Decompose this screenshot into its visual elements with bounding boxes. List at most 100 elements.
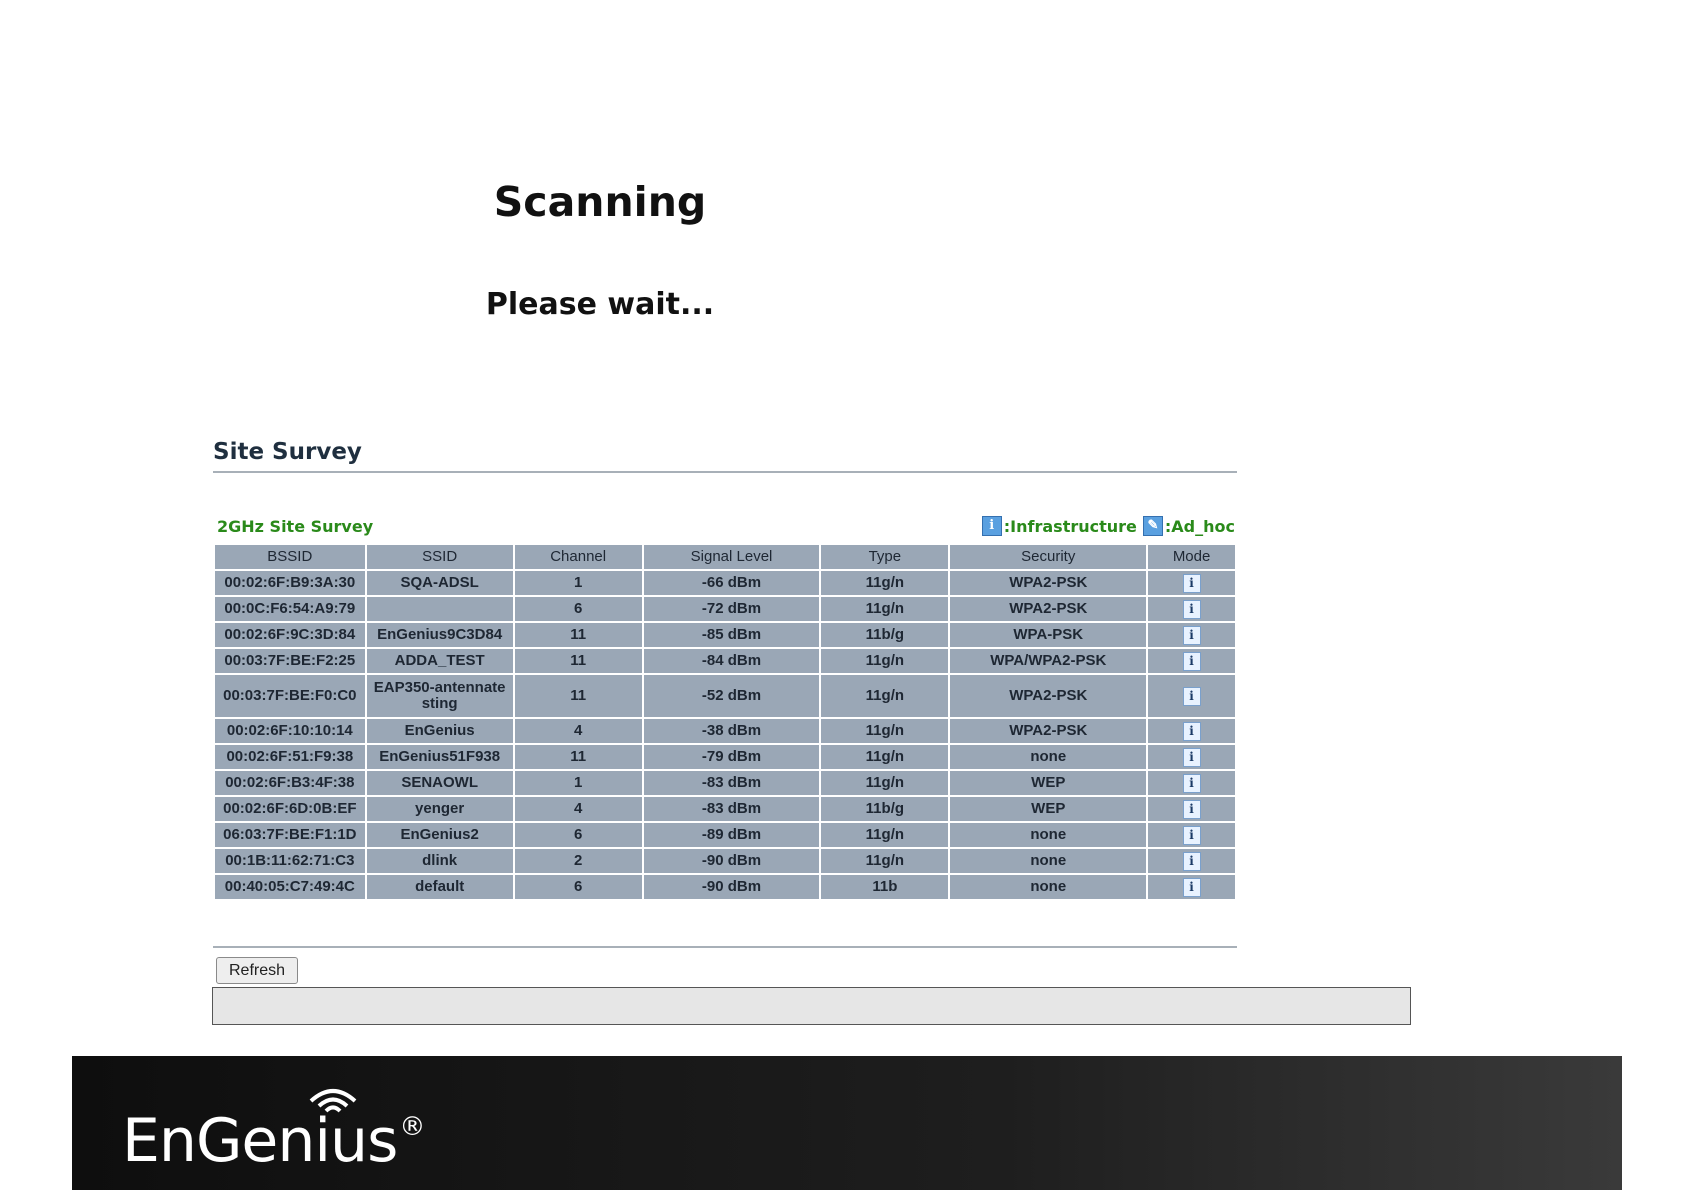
table-header-row: BSSID SSID Channel Signal Level Type Sec…	[215, 545, 1235, 569]
cell-signal: -79 dBm	[643, 745, 820, 769]
cell-type: 11g/n	[821, 823, 949, 847]
cell-type: 11b	[821, 875, 949, 899]
info-icon[interactable]: i	[1182, 625, 1201, 645]
cell-mode: i	[1148, 875, 1235, 899]
cell-signal: -52 dBm	[643, 675, 820, 717]
cell-mode: i	[1148, 649, 1235, 673]
info-icon[interactable]: i	[1182, 599, 1201, 619]
cell-ssid: EAP350-antennatesting	[366, 675, 513, 717]
cell-bssid: 00:02:6F:10:10:14	[215, 719, 365, 743]
cell-ssid: default	[366, 875, 513, 899]
column-header-mode[interactable]: Mode	[1148, 545, 1235, 569]
cell-ssid: dlink	[366, 849, 513, 873]
cell-mode: i	[1148, 771, 1235, 795]
column-header-channel[interactable]: Channel	[514, 545, 642, 569]
refresh-button[interactable]: Refresh	[216, 957, 299, 984]
table-row[interactable]: 00:02:6F:B3:4F:38 SENAOWL 1 -83 dBm 11g/n WEP…	[215, 771, 1235, 795]
cell-type: 11g/n	[821, 849, 949, 873]
status-box	[212, 987, 1411, 1025]
cell-security: none	[950, 849, 1147, 873]
cell-mode: i	[1148, 623, 1235, 647]
scanning-title: Scanning	[493, 178, 707, 226]
cell-security: none	[950, 875, 1147, 899]
table-row[interactable]: 00:0C:F6:54:A9:79 6 -72 dBm 11g/n WPA2-PSK i	[215, 597, 1235, 621]
cell-signal: -89 dBm	[643, 823, 820, 847]
table-row[interactable]: 00:02:6F:B9:3A:30 SQA-ADSL 1 -66 dBm 11g/n WP…	[215, 571, 1235, 595]
info-icon: i	[981, 516, 1002, 536]
column-header-signal-level[interactable]: Signal Level	[643, 545, 820, 569]
cell-bssid: 00:03:7F:BE:F2:25	[215, 649, 365, 673]
column-header-bssid[interactable]: BSSID	[215, 545, 365, 569]
cell-security: WEP	[950, 797, 1147, 821]
table-row[interactable]: 00:02:6F:6D:0B:EF yenger 4 -83 dBm 11b/g WEP i	[215, 797, 1235, 821]
legend-infrastructure-label: :Infrastructure	[1003, 516, 1137, 536]
cell-type: 11b/g	[821, 797, 949, 821]
scanning-subtitle: Please wait...	[485, 287, 715, 322]
cell-channel: 2	[514, 849, 642, 873]
cell-channel: 11	[514, 623, 642, 647]
info-icon[interactable]: i	[1182, 825, 1201, 845]
cell-channel: 11	[514, 675, 642, 717]
cell-signal: -72 dBm	[643, 597, 820, 621]
cell-bssid: 00:02:6F:B9:3A:30	[215, 571, 365, 595]
cell-signal: -84 dBm	[643, 649, 820, 673]
info-icon[interactable]: i	[1182, 773, 1201, 793]
info-icon[interactable]: i	[1182, 651, 1201, 671]
cell-signal: -85 dBm	[643, 623, 820, 647]
cell-type: 11g/n	[821, 597, 949, 621]
cell-ssid: ADDA_TEST	[366, 649, 513, 673]
cell-type: 11g/n	[821, 719, 949, 743]
cell-security: none	[950, 745, 1147, 769]
cell-bssid: 00:02:6F:B3:4F:38	[215, 771, 365, 795]
cell-channel: 6	[514, 875, 642, 899]
info-icon[interactable]: i	[1182, 721, 1201, 741]
table-row[interactable]: 00:40:05:C7:49:4C default 6 -90 dBm 11b none i	[215, 875, 1235, 899]
cell-ssid: EnGenius2	[366, 823, 513, 847]
column-header-security[interactable]: Security	[950, 545, 1147, 569]
cell-security: WEP	[950, 771, 1147, 795]
info-icon[interactable]: i	[1182, 573, 1201, 593]
cell-security: WPA-PSK	[950, 623, 1147, 647]
logo-text: EnGenius	[122, 1106, 398, 1176]
table-row[interactable]: 00:03:7F:BE:F0:C0 EAP350-antennatesting 11…	[215, 675, 1235, 717]
info-icon[interactable]: i	[1182, 851, 1201, 871]
column-header-type[interactable]: Type	[821, 545, 949, 569]
column-header-ssid[interactable]: SSID	[366, 545, 513, 569]
info-icon[interactable]: i	[1182, 877, 1201, 897]
table-row[interactable]: 00:02:6F:10:10:14 EnGenius 4 -38 dBm 11g/n WP…	[215, 719, 1235, 743]
cell-channel: 1	[514, 771, 642, 795]
engenius-logo: EnGenius ®	[122, 1089, 425, 1176]
cell-type: 11g/n	[821, 675, 949, 717]
cell-ssid: SENAOWL	[366, 771, 513, 795]
table-row[interactable]: 06:03:7F:BE:F1:1D EnGenius2 6 -89 dBm 11g/n n…	[215, 823, 1235, 847]
info-icon[interactable]: i	[1182, 686, 1201, 706]
cell-mode: i	[1148, 745, 1235, 769]
cell-signal: -83 dBm	[643, 771, 820, 795]
cell-signal: -90 dBm	[643, 875, 820, 899]
table-row[interactable]: 00:03:7F:BE:F2:25 ADDA_TEST 11 -84 dBm 11g/n…	[215, 649, 1235, 673]
mode-legend: i :Infrastructure ✎ :Ad_hoc	[981, 516, 1235, 536]
divider-top	[213, 471, 1237, 473]
cell-signal: -83 dBm	[643, 797, 820, 821]
legend-adhoc-label: :Ad_hoc	[1164, 516, 1235, 536]
cell-bssid: 00:02:6F:51:F9:38	[215, 745, 365, 769]
cell-ssid: yenger	[366, 797, 513, 821]
adhoc-icon: ✎	[1142, 516, 1163, 536]
cell-mode: i	[1148, 675, 1235, 717]
cell-ssid	[366, 597, 513, 621]
info-icon[interactable]: i	[1182, 747, 1201, 767]
cell-channel: 1	[514, 571, 642, 595]
cell-mode: i	[1148, 849, 1235, 873]
divider-bottom	[213, 946, 1237, 948]
info-icon[interactable]: i	[1182, 799, 1201, 819]
table-row[interactable]: 00:1B:11:62:71:C3 dlink 2 -90 dBm 11g/n none i	[215, 849, 1235, 873]
cell-bssid: 00:02:6F:9C:3D:84	[215, 623, 365, 647]
logo-registered-mark: ®	[399, 1112, 425, 1142]
cell-signal: -66 dBm	[643, 571, 820, 595]
cell-security: WPA2-PSK	[950, 675, 1147, 717]
table-row[interactable]: 00:02:6F:9C:3D:84 EnGenius9C3D84 11 -85 dBm…	[215, 623, 1235, 647]
cell-bssid: 00:40:05:C7:49:4C	[215, 875, 365, 899]
cell-type: 11g/n	[821, 771, 949, 795]
cell-security: WPA2-PSK	[950, 719, 1147, 743]
table-row[interactable]: 00:02:6F:51:F9:38 EnGenius51F938 11 -79 dBm…	[215, 745, 1235, 769]
